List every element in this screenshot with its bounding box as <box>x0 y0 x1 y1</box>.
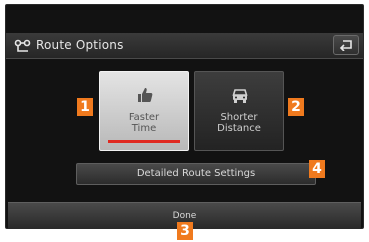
car-icon <box>231 86 249 104</box>
shorter-distance-label: Shorter Distance <box>195 112 283 134</box>
page-title: Route Options <box>36 38 124 52</box>
selected-indicator <box>108 140 180 143</box>
option-label-line: Shorter <box>220 112 258 123</box>
option-label-line: Faster <box>128 112 160 123</box>
callout-badge-3: 3 <box>177 222 193 240</box>
route-options-icon <box>14 38 32 54</box>
option-label-line: Time <box>131 123 157 134</box>
route-options-screen: Route Options Faster Time Shorter Distan… <box>5 4 364 229</box>
back-icon <box>339 40 352 51</box>
detailed-route-settings-button[interactable]: Detailed Route Settings <box>76 163 316 185</box>
callout-badge-4: 4 <box>309 160 325 178</box>
callout-badge-1: 1 <box>77 98 93 116</box>
title-bar: Route Options <box>6 33 363 59</box>
back-button[interactable] <box>333 35 359 55</box>
callout-badge-2: 2 <box>288 98 304 116</box>
thumbs-up-icon <box>136 86 154 104</box>
option-label-line: Distance <box>217 123 261 134</box>
faster-time-label: Faster Time <box>100 112 188 134</box>
faster-time-button[interactable]: Faster Time <box>99 71 189 151</box>
shorter-distance-button[interactable]: Shorter Distance <box>194 71 284 151</box>
